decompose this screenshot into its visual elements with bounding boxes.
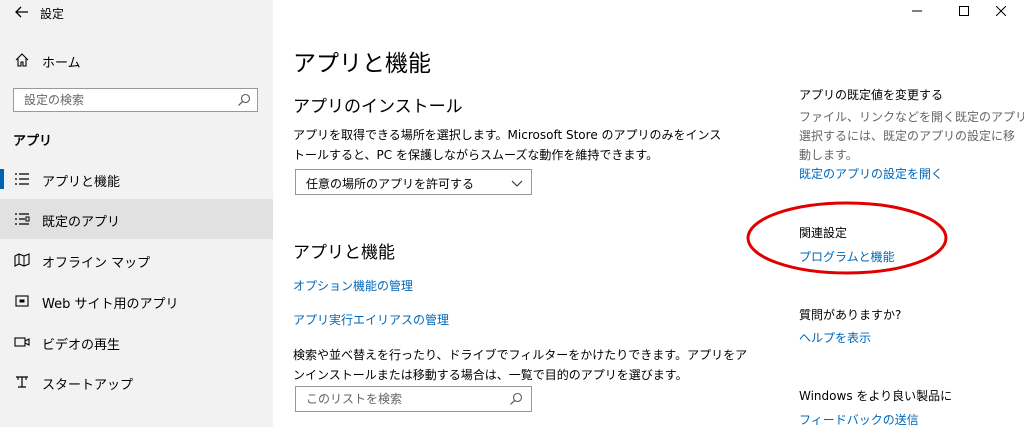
search-icon[interactable] (237, 93, 251, 107)
window-title: 設定 (40, 7, 65, 21)
sidebar-item-label: オフライン マップ (42, 256, 151, 271)
defaults-desc-line: 動します。 (799, 148, 858, 162)
sidebar-item-video-playback[interactable]: ビデオの再生 (0, 322, 273, 362)
dropdown-value: 任意の場所のアプリを許可する (306, 177, 475, 191)
back-arrow-icon[interactable] (14, 4, 30, 20)
apps-description: 検索や並べ替えを行ったり、ドライブでフィルターをかけたりできます。アプリをア ン… (293, 345, 747, 385)
default-apps-settings-link[interactable]: 既定のアプリの設定を開く (799, 165, 943, 182)
offline-maps-icon (14, 253, 30, 267)
app-list-search-box[interactable] (295, 386, 532, 412)
apps-features-heading: アプリと機能 (293, 243, 395, 263)
sidebar-item-label: 既定のアプリ (42, 215, 121, 230)
maximize-icon (959, 6, 969, 16)
sidebar-item-label: Web サイト用のアプリ (42, 297, 179, 312)
sidebar-item-label: ホーム (42, 56, 81, 71)
optional-features-link[interactable]: オプション機能の管理 (293, 277, 413, 294)
install-heading: アプリのインストール (293, 97, 463, 117)
sidebar-item-default-apps[interactable]: 既定のアプリ (0, 199, 273, 239)
app-list-search-input[interactable] (304, 391, 498, 407)
minimize-button[interactable] (894, 0, 940, 26)
install-source-dropdown[interactable]: 任意の場所のアプリを許可する (295, 169, 532, 195)
sidebar-item-label: ビデオの再生 (42, 338, 121, 353)
close-icon (996, 6, 1006, 16)
websites-apps-icon (15, 295, 29, 307)
install-description: アプリを取得できる場所を選択します。Microsoft Store のアプリのみ… (293, 125, 721, 165)
sidebar-item-apps-features[interactable]: アプリと機能 (0, 159, 273, 199)
close-button[interactable] (978, 0, 1024, 26)
chevron-down-icon (511, 180, 523, 187)
minimize-icon (912, 10, 922, 12)
apps-desc-line: ンインストールまたは移動する場合は、一覧で目的のアプリを選びます。 (293, 368, 688, 382)
search-icon[interactable] (509, 392, 523, 406)
sidebar-item-websites-apps[interactable]: Web サイト用のアプリ (0, 281, 273, 321)
install-desc-line: アプリを取得できる場所を選択します。Microsoft Store のアプリのみ… (293, 128, 722, 142)
apps-features-icon (15, 173, 29, 185)
sidebar: 設定 ホーム アプリ アプリと機能 既定のアプリ オフライン マッ (0, 0, 273, 427)
feedback-heading: Windows をより良い製品に (799, 389, 953, 403)
page-title: アプリと機能 (293, 51, 431, 77)
sidebar-section-label: アプリ (13, 134, 53, 149)
sidebar-item-home[interactable]: ホーム (0, 40, 273, 80)
defaults-description: ファイル、リンクなどを開く既定のアプリを 選択するには、既定のアプリの設定に移 … (799, 108, 1024, 165)
install-desc-line: トールすると、PC を保護しながらスムーズな動作を維持できます。 (293, 148, 659, 162)
feedback-link[interactable]: フィードバックの送信 (799, 411, 919, 428)
defaults-desc-line: 選択するには、既定のアプリの設定に移 (799, 129, 1016, 143)
sidebar-item-offline-maps[interactable]: オフライン マップ (0, 240, 273, 280)
help-link[interactable]: ヘルプを表示 (799, 329, 871, 346)
sidebar-item-startup[interactable]: スタートアップ (0, 362, 273, 402)
home-icon (15, 53, 29, 67)
settings-search-box[interactable] (13, 88, 258, 112)
defaults-heading: アプリの既定値を変更する (799, 88, 944, 102)
startup-icon (16, 376, 28, 388)
sidebar-item-label: スタートアップ (42, 378, 134, 393)
red-circle-annotation (746, 201, 948, 275)
settings-search-input[interactable] (22, 92, 226, 108)
app-alias-link[interactable]: アプリ実行エイリアスの管理 (293, 311, 449, 328)
selection-accent (0, 169, 4, 189)
defaults-desc-line: ファイル、リンクなどを開く既定のアプリを (799, 110, 1024, 124)
apps-desc-line: 検索や並べ替えを行ったり、ドライブでフィルターをかけたりできます。アプリをア (293, 348, 748, 362)
default-apps-icon (15, 213, 30, 225)
questions-heading: 質問がありますか? (799, 308, 902, 322)
video-playback-icon (14, 337, 30, 347)
sidebar-item-label: アプリと機能 (42, 175, 121, 190)
